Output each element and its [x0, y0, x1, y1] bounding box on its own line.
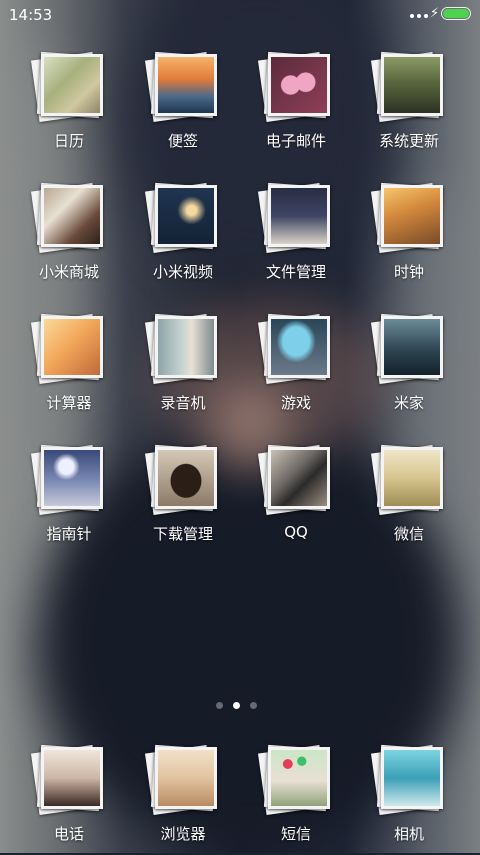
app-label: 录音机 [160, 394, 206, 412]
app-system-update[interactable]: 系统更新 [354, 51, 464, 162]
dock-app-phone[interactable]: 电话 [14, 744, 124, 855]
app-mijia[interactable]: 米家 [354, 313, 464, 424]
downloads-icon [144, 444, 219, 516]
app-label: QQ [284, 523, 308, 541]
charging-icon: ⚡ [430, 6, 440, 21]
clock-icon [370, 182, 445, 254]
app-email[interactable]: 电子邮件 [241, 51, 351, 162]
app-label: 系统更新 [378, 132, 439, 150]
calculator-icon [30, 313, 105, 385]
app-label: 微信 [393, 525, 424, 543]
page-dot[interactable] [216, 702, 223, 709]
qq-icon [257, 444, 332, 516]
mi-store-icon [30, 182, 105, 254]
dock-app-browser[interactable]: 浏览器 [128, 744, 238, 855]
mijia-icon [370, 313, 445, 385]
calendar-icon [30, 51, 105, 123]
app-notes[interactable]: 便签 [128, 51, 238, 162]
dock-app-messages[interactable]: 短信 [241, 744, 351, 855]
app-label: 小米视频 [152, 263, 213, 281]
app-label: 电话 [53, 825, 84, 843]
app-label: 浏览器 [160, 825, 206, 843]
phone-icon [30, 744, 105, 816]
page-dot[interactable] [250, 702, 257, 709]
compass-icon [30, 444, 105, 516]
app-label: 小米商城 [38, 263, 99, 281]
app-clock[interactable]: 时钟 [354, 182, 464, 293]
app-label: 短信 [280, 825, 311, 843]
app-mi-store[interactable]: 小米商城 [14, 182, 124, 293]
notes-icon [144, 51, 219, 123]
app-calculator[interactable]: 计算器 [14, 313, 124, 424]
recorder-icon [144, 313, 219, 385]
games-icon [257, 313, 332, 385]
app-compass[interactable]: 指南针 [14, 444, 124, 555]
wechat-icon [370, 444, 445, 516]
app-label: 米家 [393, 394, 424, 412]
page-dot-active[interactable] [233, 702, 240, 709]
app-wechat[interactable]: 微信 [354, 444, 464, 555]
app-label: 日历 [53, 132, 84, 150]
app-label: 便签 [167, 132, 198, 150]
app-recorder[interactable]: 录音机 [128, 313, 238, 424]
app-label: 游戏 [280, 394, 311, 412]
app-file-manager[interactable]: 文件管理 [241, 182, 351, 293]
app-games[interactable]: 游戏 [241, 313, 351, 424]
messages-icon [257, 744, 332, 816]
app-label: 相机 [393, 825, 424, 843]
mi-video-icon [144, 182, 219, 254]
app-label: 下载管理 [152, 525, 213, 543]
browser-icon [144, 744, 219, 816]
app-label: 电子邮件 [265, 132, 326, 150]
camera-icon [370, 744, 445, 816]
email-icon [257, 51, 332, 123]
app-calendar[interactable]: 日历 [14, 51, 124, 162]
signal-dots-icon [410, 14, 428, 18]
app-label: 计算器 [46, 394, 92, 412]
status-time: 14:53 [9, 6, 53, 24]
app-label: 指南针 [46, 525, 92, 543]
app-label: 时钟 [393, 263, 424, 281]
battery-icon [441, 7, 471, 20]
system-update-icon [370, 51, 445, 123]
app-label: 文件管理 [265, 263, 326, 281]
app-downloads[interactable]: 下载管理 [128, 444, 238, 555]
dock-app-camera[interactable]: 相机 [354, 744, 464, 855]
status-bar: 14:53 ⚡ [0, 0, 480, 30]
app-qq[interactable]: QQ [241, 444, 351, 555]
page-indicator [216, 702, 257, 709]
app-mi-video[interactable]: 小米视频 [128, 182, 238, 293]
file-manager-icon [257, 182, 332, 254]
